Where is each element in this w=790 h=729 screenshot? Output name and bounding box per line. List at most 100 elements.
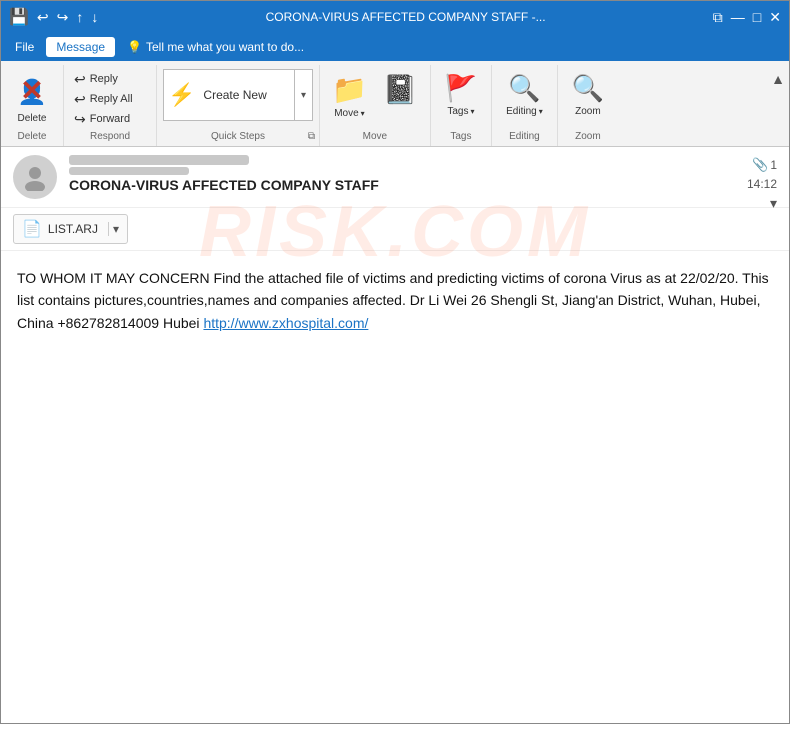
reply-button[interactable]: ↩ Reply xyxy=(70,69,150,89)
reply-label: Reply xyxy=(90,73,118,85)
email-subject: CORONA-VIRUS AFFECTED COMPANY STAFF xyxy=(69,177,777,193)
quick-steps-dropdown-icon: ▾ xyxy=(301,90,306,101)
quick-steps-content: ⚡ Create New ▾ xyxy=(163,69,313,129)
zoom-label: Zoom xyxy=(575,106,601,117)
quick-steps-group-label: Quick Steps xyxy=(163,131,313,142)
sender-name-bar xyxy=(69,155,249,165)
delete-x-icon: ✕ xyxy=(20,74,43,107)
move-group-label: Move xyxy=(326,131,424,142)
create-new-label: Create New xyxy=(203,88,266,102)
up-arrow-icon[interactable]: ↑ xyxy=(76,9,83,25)
ribbon-group-move: 📁 Move ▾ 📓 Move xyxy=(320,65,431,146)
delete-button[interactable]: 👤 ✕ Delete xyxy=(7,69,57,128)
attachment-count: 1 xyxy=(770,158,777,172)
reply-all-button[interactable]: ↩ Reply All xyxy=(70,89,150,109)
quick-steps-button[interactable]: ⚡ Create New ▾ xyxy=(163,69,313,121)
ribbon-collapse-area: ▲ xyxy=(767,65,789,146)
tell-me-label: Tell me what you want to do... xyxy=(146,40,304,54)
tell-me-icon: 💡 xyxy=(127,40,142,54)
delete-label: Delete xyxy=(18,113,47,124)
email-info: CORONA-VIRUS AFFECTED COMPANY STAFF xyxy=(69,155,777,193)
file-icon: 📄 xyxy=(22,219,42,239)
editing-label: Editing xyxy=(506,106,537,117)
attachment-badge: 📎 1 xyxy=(752,157,777,173)
move-dropdown-icon: ▾ xyxy=(361,109,365,118)
window-controls: ⧉ — □ ✕ xyxy=(713,9,781,26)
menu-message[interactable]: Message xyxy=(46,37,115,57)
maximize-icon[interactable]: □ xyxy=(753,9,761,25)
attachment-row: 📄 LIST.ARJ ▾ xyxy=(1,208,789,251)
zoom-group-label: Zoom xyxy=(564,131,612,142)
folder-icon: 📁 xyxy=(332,73,367,106)
ribbon-group-zoom: 🔍 Zoom Zoom xyxy=(558,65,618,146)
email-meta: 📎 1 14:12 ▾ xyxy=(747,157,777,212)
email-header: CORONA-VIRUS AFFECTED COMPANY STAFF 📎 1 … xyxy=(1,147,789,208)
tags-dropdown-icon: ▾ xyxy=(470,107,474,116)
sender-row xyxy=(69,155,777,165)
restore-icon[interactable]: ⧉ xyxy=(713,9,723,26)
onenote-icon: 📓 xyxy=(383,73,418,106)
flag-icon: 🚩 xyxy=(445,73,477,104)
close-icon[interactable]: ✕ xyxy=(769,9,781,26)
window-title: CORONA-VIRUS AFFECTED COMPANY STAFF -... xyxy=(98,10,712,24)
email-view: CORONA-VIRUS AFFECTED COMPANY STAFF 📎 1 … xyxy=(1,147,789,729)
email-time: 14:12 xyxy=(747,177,777,191)
move-label: Move xyxy=(334,108,358,119)
onenote-label xyxy=(399,108,402,119)
sender-avatar xyxy=(13,155,57,199)
tags-group-content: 🚩 Tags ▾ xyxy=(437,69,485,129)
search-magnifier-icon: 🔍 xyxy=(508,73,540,104)
ribbon-group-delete: 👤 ✕ Delete Delete xyxy=(1,65,64,146)
editing-group-label: Editing xyxy=(498,131,551,142)
respond-group-content: ↩ Reply ↩ Reply All ↪ Forward xyxy=(70,69,150,129)
respond-buttons: ↩ Reply ↩ Reply All ↪ Forward xyxy=(70,69,150,129)
undo-icon[interactable]: ↩ xyxy=(37,9,49,26)
tags-label: Tags xyxy=(447,106,468,117)
quick-steps-inner: ⚡ Create New xyxy=(168,82,308,108)
reply-all-icon: ↩ xyxy=(74,91,86,108)
zoom-button[interactable]: 🔍 Zoom xyxy=(564,69,612,121)
email-body-link[interactable]: http://www.zxhospital.com/ xyxy=(203,315,368,331)
delete-group-label: Delete xyxy=(7,131,57,142)
ribbon-group-editing: 🔍 Editing ▾ Editing xyxy=(492,65,558,146)
minimize-icon[interactable]: — xyxy=(731,9,745,25)
email-body-text: TO WHOM IT MAY CONCERN Find the attached… xyxy=(17,270,769,331)
quick-steps-dialog-launcher[interactable]: ⧉ xyxy=(308,131,315,142)
ribbon: 👤 ✕ Delete Delete ↩ Reply ↩ Reply All ↪ xyxy=(1,61,789,147)
forward-button[interactable]: ↪ Forward xyxy=(70,109,150,129)
quick-steps-dropdown[interactable]: ▾ xyxy=(294,70,312,120)
sender-to-bar xyxy=(69,167,189,175)
zoom-group-content: 🔍 Zoom xyxy=(564,69,612,129)
zoom-icon: 🔍 xyxy=(572,73,604,104)
move-group-content: 📁 Move ▾ 📓 xyxy=(326,69,424,129)
email-body: TO WHOM IT MAY CONCERN Find the attached… xyxy=(1,251,789,350)
title-bar: 💾 ↩ ↪ ↑ ↓ CORONA-VIRUS AFFECTED COMPANY … xyxy=(1,1,789,33)
attachment-dropdown-icon[interactable]: ▾ xyxy=(108,222,119,236)
attachment-item[interactable]: 📄 LIST.ARJ ▾ xyxy=(13,214,128,244)
move-button[interactable]: 📁 Move ▾ xyxy=(326,69,373,123)
paperclip-icon: 📎 xyxy=(752,157,768,173)
menu-bar: File Message 💡 Tell me what you want to … xyxy=(1,33,789,61)
reply-icon: ↩ xyxy=(74,71,86,88)
reply-all-label: Reply All xyxy=(90,93,133,105)
ribbon-collapse-button[interactable]: ▲ xyxy=(767,69,789,89)
title-bar-left: 💾 ↩ ↪ ↑ ↓ xyxy=(9,7,98,27)
tags-group-label: Tags xyxy=(437,131,485,142)
expand-email-button[interactable]: ▾ xyxy=(770,195,777,212)
redo-icon[interactable]: ↪ xyxy=(57,9,69,26)
ribbon-group-respond: ↩ Reply ↩ Reply All ↪ Forward Respond xyxy=(64,65,157,146)
attachment-filename: LIST.ARJ xyxy=(48,222,98,236)
editing-group-content: 🔍 Editing ▾ xyxy=(498,69,551,129)
save-icon[interactable]: 💾 xyxy=(9,7,29,27)
delete-group-content: 👤 ✕ Delete xyxy=(7,69,57,129)
onenote-button[interactable]: 📓 xyxy=(377,69,424,123)
forward-label: Forward xyxy=(90,113,130,125)
down-arrow-icon[interactable]: ↓ xyxy=(91,9,98,25)
tags-button[interactable]: 🚩 Tags ▾ xyxy=(437,69,485,121)
editing-button[interactable]: 🔍 Editing ▾ xyxy=(498,69,551,121)
ribbon-group-quick-steps: ⚡ Create New ▾ Quick Steps ⧉ xyxy=(157,65,320,146)
tell-me-box[interactable]: 💡 Tell me what you want to do... xyxy=(127,40,304,54)
respond-group-label: Respond xyxy=(70,131,150,142)
menu-file[interactable]: File xyxy=(5,37,44,57)
forward-icon: ↪ xyxy=(74,111,86,128)
